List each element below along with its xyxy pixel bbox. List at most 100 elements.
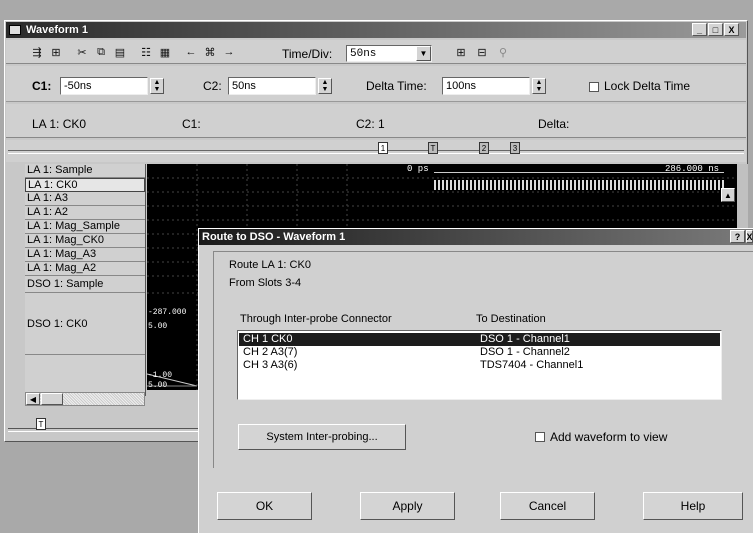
dso-ck0-scale-top: 5.00	[148, 322, 168, 331]
readout-signal: LA 1: CK0	[32, 117, 87, 131]
delta-time-label: Delta Time:	[366, 79, 427, 93]
window-controls: _ □ X	[692, 23, 739, 36]
destination-cell: DSO 1 - Channel2	[480, 346, 570, 358]
dialog-help-button[interactable]: ?	[730, 230, 745, 243]
route-text: Route LA 1: CK0	[229, 259, 311, 271]
marker-t[interactable]: T	[428, 142, 438, 154]
chevron-down-icon[interactable]: ▼	[416, 46, 431, 61]
ok-button[interactable]: OK	[217, 492, 312, 520]
dialog-close-button[interactable]: X	[746, 230, 753, 243]
marker-3-label: 3	[512, 144, 518, 153]
column-destination: To Destination	[476, 313, 546, 325]
system-interprobing-label: System Inter-probing...	[266, 431, 378, 443]
arrow-left-icon[interactable]: ←	[182, 43, 200, 61]
scroll-up-arrow-icon[interactable]: ▲	[721, 188, 735, 202]
zoom-buttons: ⊞ ⊟ ⚲	[452, 43, 512, 61]
dialog-title-bar[interactable]: Route to DSO - Waveform 1	[199, 229, 753, 245]
list-item-selected[interactable]: CH 1 CK0 DSO 1 - Channel1	[239, 333, 720, 346]
cancel-label: Cancel	[528, 499, 567, 513]
ruler-line	[8, 150, 744, 154]
add-signal-icon[interactable]: ⊞	[47, 43, 65, 61]
copy-icon[interactable]: ⧉	[92, 43, 110, 61]
cut-icon[interactable]: ✂	[73, 43, 91, 61]
add-waveform-label: Add waveform to view	[550, 430, 668, 444]
zoom-icon[interactable]: ⚲	[494, 43, 512, 61]
dso-ck0-scale-mid: -1.00	[148, 371, 173, 380]
signal-row[interactable]: LA 1: Mag_A3	[25, 248, 145, 262]
dso-ck0-scale-bot: 5.00	[148, 381, 168, 390]
list-item[interactable]: CH 2 A3(7) DSO 1 - Channel2	[239, 346, 720, 359]
settings-icon[interactable]: ▦	[156, 43, 174, 61]
marker-1[interactable]: 1	[378, 142, 388, 154]
system-interprobing-button[interactable]: System Inter-probing...	[238, 424, 406, 450]
readout-delta: Delta:	[538, 117, 570, 131]
scroll-thumb[interactable]	[41, 393, 63, 405]
time-start-label: 0 ps	[407, 164, 429, 174]
signal-row[interactable]: DSO 1: Sample	[25, 276, 145, 293]
add-waveform-checkbox[interactable]	[535, 432, 545, 442]
help-label: Help	[680, 499, 706, 513]
toolbar-buttons: ⇶ ⊞ ✂ ⧉ ▤ ☷ ▦ ← ⌘ →	[28, 43, 238, 61]
signal-row[interactable]: LA 1: A3	[25, 192, 145, 206]
readout-c1: C1:	[182, 117, 201, 131]
destination-cell: DSO 1 - Channel1	[480, 333, 570, 345]
apply-label: Apply	[392, 499, 423, 513]
bottom-marker-t[interactable]: T	[36, 418, 46, 430]
app-icon	[9, 25, 21, 35]
delta-time-spinner[interactable]: ▲ ▼	[532, 78, 546, 94]
readout-c2: C2: 1	[356, 117, 385, 131]
zoom-fit-icon[interactable]: ⊟	[473, 43, 491, 61]
cancel-button[interactable]: Cancel	[500, 492, 595, 520]
c1-spinner[interactable]: ▲ ▼	[150, 78, 164, 94]
time-div-label: Time/Div:	[282, 47, 333, 61]
time-div-value: 50ns	[350, 47, 377, 60]
c1-label: C1:	[32, 79, 52, 93]
destination-cell: TDS7404 - Channel1	[480, 359, 584, 371]
lock-delta-checkbox[interactable]	[589, 82, 599, 92]
c2-label: C2:	[203, 79, 222, 93]
marker-3[interactable]: 3	[510, 142, 520, 154]
c1-value: -50ns	[64, 80, 92, 92]
signal-row[interactable]: LA 1: Mag_Sample	[25, 220, 145, 234]
c2-input[interactable]: 50ns	[228, 77, 316, 95]
paste-icon[interactable]: ▤	[111, 43, 129, 61]
binoculars-icon[interactable]: ⌘	[201, 43, 219, 61]
delta-time-value: 100ns	[446, 80, 476, 92]
marker-2-label: 2	[481, 144, 487, 153]
new-trace-icon[interactable]: ⇶	[28, 43, 46, 61]
signal-row[interactable]: LA 1: Mag_A2	[25, 262, 145, 276]
signal-row[interactable]: LA 1: Sample	[25, 164, 145, 178]
signal-list: LA 1: Sample LA 1: CK0 LA 1: A3 LA 1: A2…	[25, 164, 146, 396]
c2-spinner[interactable]: ▲ ▼	[318, 78, 332, 94]
list-item[interactable]: CH 3 A3(6) TDS7404 - Channel1	[239, 359, 720, 372]
minimize-button[interactable]: _	[692, 23, 707, 36]
arrow-right-icon[interactable]: →	[220, 43, 238, 61]
dso-sample-scale: -287.000	[148, 308, 187, 317]
c2-value: 50ns	[232, 80, 256, 92]
apply-button[interactable]: Apply	[360, 492, 455, 520]
close-button[interactable]: X	[724, 23, 739, 36]
waveform-title-bar[interactable]: Waveform 1	[6, 22, 746, 38]
signal-row-selected[interactable]: LA 1: CK0	[25, 178, 145, 192]
bottom-marker-t-label: T	[38, 420, 44, 429]
scroll-left-arrow-icon[interactable]: ◀	[26, 393, 40, 405]
delta-time-input[interactable]: 100ns	[442, 77, 530, 95]
help-button[interactable]: Help	[643, 492, 743, 520]
ck0-clock-trace	[434, 180, 724, 190]
time-div-select[interactable]: 50ns ▼	[346, 45, 432, 62]
connector-cell: CH 1 CK0	[243, 333, 293, 345]
zoom-grid-icon[interactable]: ⊞	[452, 43, 470, 61]
marker-1-label: 1	[380, 144, 386, 153]
signal-row-tall[interactable]: DSO 1: CK0	[25, 293, 145, 355]
lock-delta-label: Lock Delta Time	[604, 79, 691, 93]
route-list[interactable]: CH 1 CK0 DSO 1 - Channel1 CH 2 A3(7) DSO…	[237, 330, 722, 400]
marker-t-label: T	[430, 144, 436, 153]
c1-input[interactable]: -50ns	[60, 77, 148, 95]
signal-row[interactable]: LA 1: Mag_CK0	[25, 234, 145, 248]
time-end-label: 286.000 ns	[665, 164, 720, 174]
marker-2[interactable]: 2	[479, 142, 489, 154]
signal-row[interactable]: LA 1: A2	[25, 206, 145, 220]
properties-icon[interactable]: ☷	[137, 43, 155, 61]
from-text: From Slots 3-4	[229, 277, 302, 289]
maximize-button[interactable]: □	[708, 23, 723, 36]
